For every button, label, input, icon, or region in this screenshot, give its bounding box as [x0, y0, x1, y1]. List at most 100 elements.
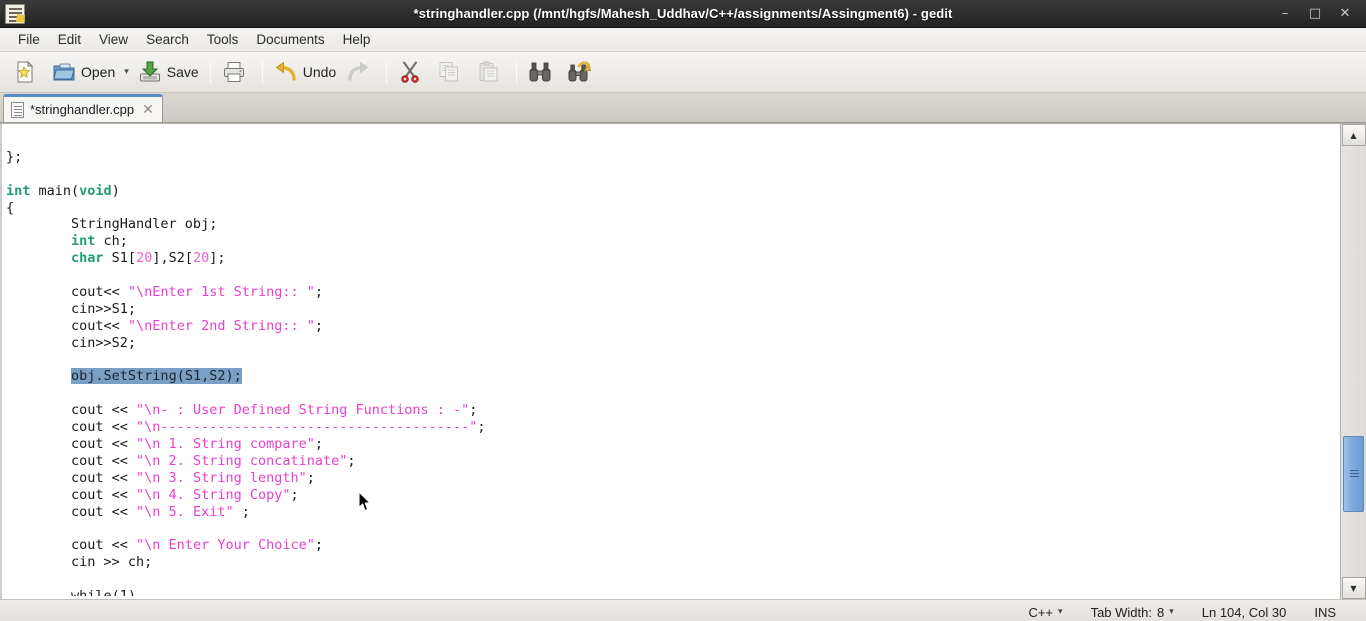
- menu-tools[interactable]: Tools: [198, 30, 248, 49]
- window-title: *stringhandler.cpp (/mnt/hgfs/Mahesh_Udd…: [413, 6, 953, 21]
- code-line: };: [6, 149, 1340, 166]
- code-token: cin>>S1;: [6, 300, 137, 317]
- paste-button[interactable]: [471, 56, 510, 88]
- menu-search[interactable]: Search: [137, 30, 198, 49]
- code-line: obj.SetString(S1,S2);: [6, 368, 1340, 385]
- code-line: while(1): [6, 588, 1340, 596]
- tab-width-value: 8: [1156, 604, 1165, 620]
- code-token: char: [71, 250, 104, 267]
- code-line: cout << "\n-----------------------------…: [6, 419, 1340, 436]
- undo-arrow-icon: [274, 60, 298, 84]
- code-token: cout <<: [6, 419, 137, 436]
- chevron-down-icon: ▾: [1169, 607, 1174, 617]
- tab-bar: *stringhandler.cpp ✕: [0, 93, 1366, 123]
- toolbar-separator-3: [386, 60, 388, 84]
- binoculars-replace-icon: [567, 60, 592, 84]
- code-token: ;: [469, 402, 478, 419]
- replace-button[interactable]: [562, 56, 601, 88]
- document-icon: [11, 101, 24, 118]
- title-bar: *stringhandler.cpp (/mnt/hgfs/Mahesh_Udd…: [0, 0, 1366, 28]
- code-token: cout <<: [6, 537, 137, 554]
- code-token: cout<<: [6, 317, 128, 334]
- code-token: StringHandler obj;: [6, 216, 218, 233]
- open-label: Open: [81, 64, 116, 80]
- undo-label: Undo: [302, 64, 337, 80]
- code-token: 20: [136, 250, 153, 267]
- tab-close-icon[interactable]: ✕: [142, 103, 154, 117]
- code-token: ch;: [95, 233, 128, 250]
- scroll-up-arrow-icon[interactable]: ▲: [1341, 124, 1366, 146]
- chevron-down-icon: ▾: [1058, 607, 1063, 617]
- menu-help[interactable]: Help: [334, 30, 380, 49]
- new-document-icon: [13, 60, 37, 84]
- menu-view[interactable]: View: [90, 30, 137, 49]
- code-line: cout<< "\nEnter 2nd String:: ";: [6, 318, 1340, 335]
- code-line: cout<< "\nEnter 1st String:: ";: [6, 284, 1340, 301]
- code-token: "\n Enter Your Choice": [136, 537, 315, 554]
- code-token: ;: [306, 469, 315, 486]
- scrollbar-track[interactable]: [1342, 146, 1366, 577]
- code-line: int main(void): [6, 183, 1340, 200]
- open-dropdown-chevron-icon[interactable]: ▾: [120, 67, 133, 77]
- code-text-view[interactable]: }; int main(void){ StringHandler obj; in…: [0, 124, 1340, 599]
- cut-button[interactable]: [393, 56, 432, 88]
- menu-edit[interactable]: Edit: [49, 30, 90, 49]
- toolbar: Open ▾ Save Undo: [0, 52, 1366, 93]
- maximize-icon[interactable]: □: [1308, 7, 1322, 20]
- menu-file[interactable]: File: [9, 30, 49, 49]
- code-token: ;: [290, 486, 299, 503]
- insert-mode-indicator[interactable]: INS: [1300, 605, 1366, 620]
- code-token: "\n 2. String concatinate": [136, 452, 348, 469]
- print-button[interactable]: [217, 56, 256, 88]
- tab-width-selector[interactable]: Tab Width: 8 ▾: [1077, 605, 1188, 620]
- code-line: cout << "\n 5. Exit" ;: [6, 504, 1340, 521]
- copy-pages-icon: [437, 60, 461, 84]
- editor-area: }; int main(void){ StringHandler obj; in…: [0, 123, 1366, 599]
- code-line: cout << "\n Enter Your Choice";: [6, 537, 1340, 554]
- scrollbar-grip-icon: [1349, 470, 1359, 471]
- code-line: cin >> ch;: [6, 554, 1340, 571]
- code-token: ;: [347, 452, 356, 469]
- scissors-icon: [398, 60, 422, 84]
- save-label: Save: [166, 64, 199, 80]
- code-line: cout << "\n 4. String Copy";: [6, 487, 1340, 504]
- tab-label: *stringhandler.cpp: [30, 102, 135, 117]
- vertical-scrollbar[interactable]: ▲ ▼: [1340, 124, 1366, 599]
- save-button[interactable]: Save: [133, 56, 204, 88]
- binoculars-find-icon: [528, 60, 552, 84]
- code-token: int: [6, 182, 31, 199]
- close-icon[interactable]: ✕: [1338, 7, 1352, 20]
- code-token: cout <<: [6, 486, 137, 503]
- scrollbar-thumb[interactable]: [1342, 436, 1364, 512]
- open-button[interactable]: Open: [47, 56, 120, 88]
- source-code[interactable]: }; int main(void){ StringHandler obj; in…: [6, 132, 1340, 596]
- folder-open-icon: [52, 60, 76, 84]
- code-token: "\n- : User Defined String Functions : -…: [136, 402, 470, 419]
- copy-button[interactable]: [432, 56, 471, 88]
- printer-icon: [222, 60, 246, 84]
- new-document-button[interactable]: [8, 56, 47, 88]
- toolbar-separator-2: [261, 60, 263, 84]
- menu-documents[interactable]: Documents: [247, 30, 333, 49]
- code-line: cout << "\n- : User Defined String Funct…: [6, 402, 1340, 419]
- language-label: C++: [1028, 604, 1054, 620]
- redo-arrow-icon: [346, 60, 370, 84]
- tab-stringhandler-cpp[interactable]: *stringhandler.cpp ✕: [3, 94, 163, 122]
- undo-button[interactable]: Undo: [269, 56, 341, 88]
- language-selector[interactable]: C++ ▾: [1014, 605, 1076, 620]
- scroll-down-arrow-icon[interactable]: ▼: [1341, 577, 1366, 599]
- code-token: cout <<: [6, 436, 137, 453]
- code-token: {: [6, 199, 15, 216]
- code-token: "\n 5. Exit": [136, 503, 234, 520]
- find-button[interactable]: [523, 56, 562, 88]
- code-token: cout <<: [6, 402, 137, 419]
- menu-bar: File Edit View Search Tools Documents He…: [0, 28, 1366, 52]
- minimize-icon[interactable]: –: [1278, 7, 1292, 20]
- toolbar-separator-4: [516, 60, 518, 84]
- redo-button[interactable]: [341, 56, 380, 88]
